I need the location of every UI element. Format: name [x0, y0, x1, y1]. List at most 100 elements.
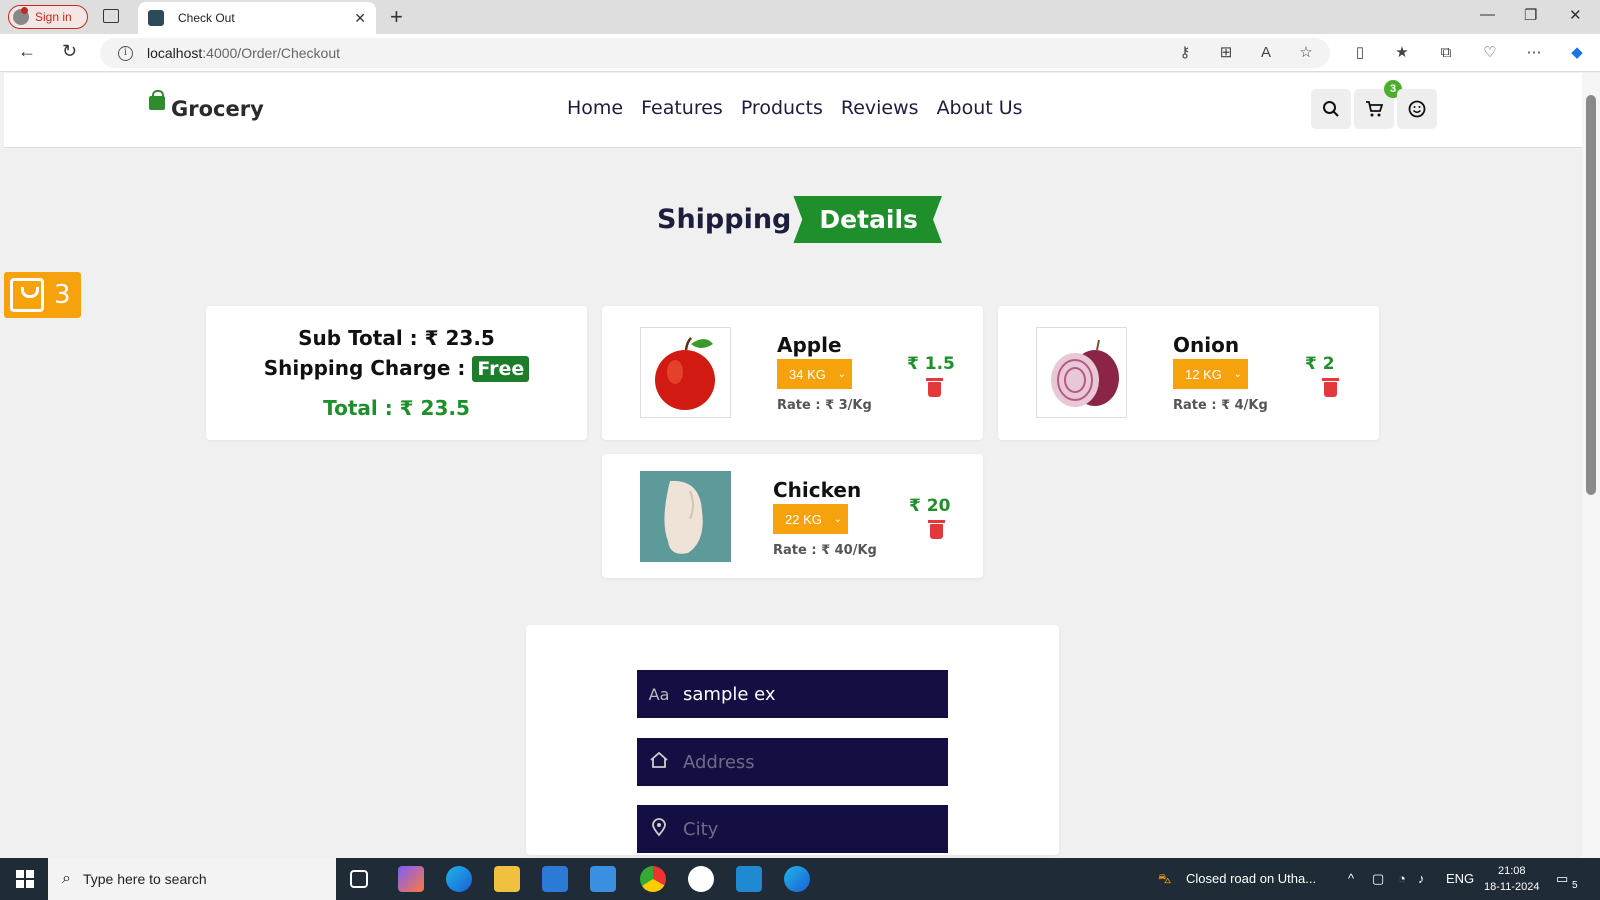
signin-label: Sign in [35, 10, 72, 24]
delete-icon[interactable] [928, 520, 945, 539]
shipping-charge: Shipping Charge : Free [206, 356, 587, 382]
address-bar[interactable]: i localhost:4000/Order/Checkout [100, 38, 1330, 68]
site-logo[interactable]: Grocery [149, 90, 264, 121]
city-input[interactable] [683, 818, 923, 840]
meet-icon[interactable]: ▢ [1372, 871, 1384, 887]
main-nav: Home Features Products Reviews About Us [567, 97, 1023, 119]
chevron-down-icon: ⌄ [833, 513, 842, 525]
shipping-form: Aa [526, 625, 1059, 855]
city-field[interactable] [637, 805, 948, 853]
task-view-icon[interactable] [350, 870, 368, 888]
nav-home[interactable]: Home [567, 97, 623, 119]
quantity-select[interactable]: 22 KG ⌄ [773, 504, 848, 534]
subtotal: Sub Total : ₹ 23.5 [298, 326, 495, 350]
delete-icon[interactable] [926, 378, 943, 397]
favorite-star-icon[interactable]: ☆ [1296, 43, 1316, 63]
chicken-image [640, 471, 731, 562]
search-button[interactable] [1311, 89, 1351, 129]
copilot-app-icon[interactable] [398, 866, 424, 892]
site-header: Grocery Home Features Products Reviews A… [4, 73, 1582, 148]
cart-item: Onion 12 KG ⌄ Rate : ₹ 4/Kg ₹ 2 [998, 306, 1379, 440]
chrome-app-icon[interactable] [640, 866, 666, 892]
read-aloud-icon[interactable]: A [1256, 43, 1276, 63]
item-price: ₹ 1.5 [907, 354, 955, 374]
close-tab-icon[interactable]: ✕ [354, 10, 366, 27]
news-ticker[interactable]: Closed road on Utha... [1186, 871, 1316, 886]
back-icon[interactable]: ← [18, 41, 36, 62]
url-host: localhost [147, 45, 203, 61]
item-name: Apple [777, 333, 842, 357]
copilot-icon[interactable]: ◆ [1567, 43, 1587, 63]
split-screen-icon[interactable]: ▯ [1350, 43, 1370, 63]
file-explorer-icon[interactable] [494, 866, 520, 892]
taskbar-clock[interactable]: 21:08 18-11-2024 [1484, 863, 1539, 895]
close-window-icon[interactable]: ✕ [1569, 6, 1582, 24]
vscode-app-icon[interactable] [736, 866, 762, 892]
edge-app-icon[interactable] [446, 866, 472, 892]
wifi-icon[interactable]: ◔ [1398, 871, 1406, 886]
taskbar-search-placeholder: Type here to search [82, 871, 207, 887]
mail-app-icon[interactable] [590, 866, 616, 892]
address-input[interactable] [683, 751, 923, 773]
onion-image [1036, 327, 1127, 418]
active-tab[interactable]: Check Out ✕ [138, 2, 376, 34]
search-icon: ⌕ [62, 870, 71, 887]
tab-favicon-icon [148, 10, 164, 26]
site-info-icon[interactable]: i [118, 45, 133, 61]
windows-start-icon[interactable] [16, 870, 34, 888]
profile-avatar-icon [13, 7, 29, 25]
user-button[interactable] [1397, 89, 1437, 129]
browser-essentials-icon[interactable]: ♡ [1480, 43, 1500, 63]
profile-signin-button[interactable]: Sign in [8, 5, 88, 29]
cart-item: Chicken 22 KG ⌄ Rate : ₹ 40/Kg ₹ 20 [602, 454, 983, 578]
notification-icon[interactable]: ▭ [1556, 871, 1568, 887]
minimize-icon[interactable]: — [1480, 6, 1495, 23]
store-app-icon[interactable] [542, 866, 568, 892]
nav-products[interactable]: Products [741, 97, 823, 119]
page-scrollbar[interactable] [1582, 73, 1600, 858]
new-tab-icon[interactable]: + [390, 4, 403, 30]
floating-cart-button[interactable]: 3 [4, 272, 81, 318]
scrollbar-thumb[interactable] [1586, 95, 1596, 495]
key-icon[interactable]: ⚷ [1175, 43, 1195, 63]
nav-features[interactable]: Features [641, 97, 723, 119]
item-name: Chicken [773, 478, 862, 502]
apps-icon[interactable]: ⊞ [1216, 43, 1236, 63]
nav-about-us[interactable]: About Us [937, 97, 1023, 119]
delete-icon[interactable] [1322, 378, 1339, 397]
home-icon [647, 750, 671, 774]
cart-item: Apple 34 KG ⌄ Rate : ₹ 3/Kg ₹ 1.5 [602, 306, 983, 440]
restore-icon[interactable]: ❐ [1524, 6, 1537, 24]
smiley-user-icon [1408, 100, 1426, 118]
tray-chevron-icon[interactable]: ^ [1348, 871, 1354, 886]
tab-actions-icon[interactable] [103, 9, 119, 23]
tab-title: Check Out [178, 11, 235, 25]
chevron-down-icon: ⌄ [837, 368, 846, 380]
favorites-icon[interactable]: ★ [1392, 43, 1412, 63]
floating-cart-count: 3 [54, 280, 71, 310]
vpn-app-icon[interactable] [688, 866, 714, 892]
name-field[interactable]: Aa [637, 670, 948, 718]
language-indicator[interactable]: ENG [1446, 871, 1474, 886]
address-field[interactable] [637, 738, 948, 786]
refresh-icon[interactable]: ↻ [62, 41, 77, 62]
shipping-free-badge: Free [472, 356, 530, 382]
quantity-select[interactable]: 34 KG ⌄ [777, 359, 852, 389]
quantity-select[interactable]: 12 KG ⌄ [1173, 359, 1248, 389]
item-price: ₹ 20 [909, 496, 951, 516]
nav-reviews[interactable]: Reviews [841, 97, 919, 119]
cart-icon [1366, 101, 1383, 117]
item-rate: Rate : ₹ 4/Kg [1173, 398, 1268, 413]
total: Total : ₹ 23.5 [323, 396, 470, 420]
name-input[interactable] [683, 683, 923, 705]
quantity-value: 22 KG [785, 511, 822, 527]
collections-icon[interactable]: ⧉ [1436, 43, 1456, 63]
edge-active-app-icon[interactable] [784, 866, 810, 892]
title-shipping: Shipping [657, 204, 792, 235]
shipping-label: Shipping Charge : [263, 356, 466, 380]
volume-icon[interactable]: ♪ [1418, 871, 1425, 886]
more-menu-icon[interactable]: ⋯ [1524, 43, 1544, 63]
taskbar-search[interactable]: ⌕ Type here to search [48, 858, 336, 900]
text-format-icon: Aa [648, 684, 670, 704]
shopping-bag-icon [10, 278, 44, 312]
